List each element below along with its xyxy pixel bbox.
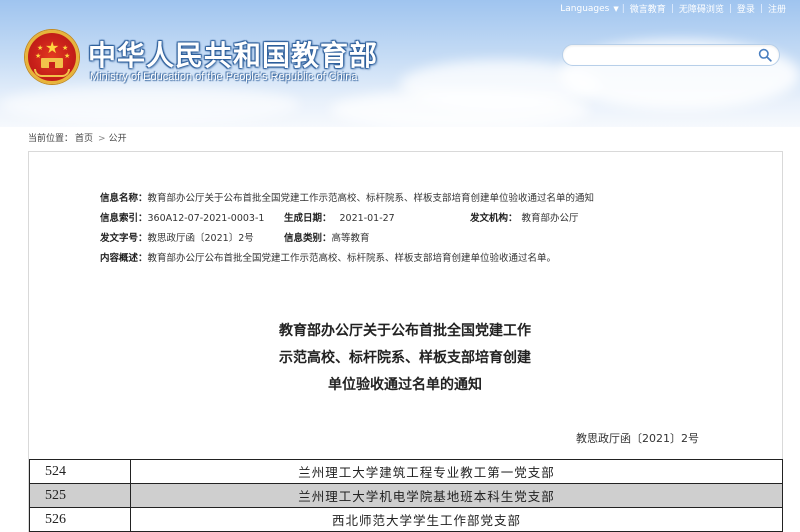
meta-row-date: 生成日期： 2021-01-27 (284, 212, 395, 226)
nav-login[interactable]: 登录 (733, 2, 759, 15)
site-title[interactable]: 中华人民共和国教育部 (88, 34, 378, 74)
meta-row-docno: 发文字号：教思政厅函〔2021〕2号 (100, 232, 254, 246)
document-title: 教育部办公厅关于公布首批全国党建工作 示范高校、标杆院系、样板支部培育创建 单位… (160, 318, 650, 399)
search-input[interactable] (573, 47, 743, 63)
meta-docno-value: 教思政厅函〔2021〕2号 (147, 233, 254, 244)
meta-row-category: 信息类别：高等教育 (284, 232, 370, 246)
approval-list-table: 524 兰州理工大学建筑工程专业教工第一党支部 525 兰州理工大学机电学院基地… (29, 459, 783, 532)
meta-index-value: 360A12-07-2021-0003-1 (147, 213, 265, 224)
meta-summary-label: 内容概述： (100, 253, 148, 264)
star-icon: ★ (37, 44, 44, 52)
meta-name-value: 教育部办公厅关于公布首批全国党建工作示范高校、标杆院系、样板支部培育创建单位验收… (147, 193, 595, 204)
breadcrumb-home[interactable]: 首页 (75, 134, 93, 144)
row-number: 526 (29, 507, 131, 532)
search-box (562, 44, 780, 66)
top-nav: Languages ▼ | 微言教育 | 无障碍浏览 | 登录 | 注册 (556, 2, 790, 16)
document-title-line: 单位验收通过名单的通知 (328, 377, 482, 393)
document-title-line: 教育部办公厅关于公布首批全国党建工作 (279, 323, 531, 339)
meta-category-label: 信息类别： (284, 233, 332, 244)
meta-name-label: 信息名称： (100, 193, 148, 204)
row-number: 525 (29, 483, 131, 508)
document-number: 教思政厅函〔2021〕2号 (576, 432, 699, 445)
nav-accessibility[interactable]: 无障碍浏览 (675, 2, 728, 15)
meta-category-value: 高等教育 (331, 233, 370, 244)
chevron-down-icon[interactable]: ▼ (613, 5, 620, 13)
header-cloud (0, 85, 300, 125)
site-header: Languages ▼ | 微言教育 | 无障碍浏览 | 登录 | 注册 ★ ★… (0, 0, 800, 127)
meta-index-label: 信息索引： (100, 213, 148, 224)
chevron-right-icon: > (98, 134, 106, 144)
breadcrumb: 当前位置： 首页 > 公开 (28, 131, 129, 144)
meta-org-label: 发文机构： (470, 213, 518, 224)
meta-row-summary: 内容概述：教育部办公厅公布首批全国党建工作示范高校、标杆院系、样板支部培育创建单… (100, 252, 556, 266)
meta-row-name: 信息名称：教育部办公厅关于公布首批全国党建工作示范高校、标杆院系、样板支部培育创… (100, 192, 594, 206)
wheat-icon (34, 69, 70, 77)
meta-row-org: 发文机构： 教育部办公厅 (470, 212, 579, 226)
breadcrumb-public[interactable]: 公开 (109, 134, 127, 144)
document-title-line: 示范高校、标杆院系、样板支部培育创建 (279, 350, 531, 366)
meta-org-value: 教育部办公厅 (521, 213, 579, 224)
gate-icon (41, 58, 63, 68)
star-icon: ★ (64, 52, 71, 60)
meta-row-index: 信息索引：360A12-07-2021-0003-1 (100, 212, 264, 226)
meta-summary-value: 教育部办公厅公布首批全国党建工作示范高校、标杆院系、样板支部培育创建单位验收通过… (147, 253, 557, 264)
star-icon: ★ (62, 44, 69, 52)
nav-languages[interactable]: Languages (556, 4, 613, 14)
row-unit-name: 西北师范大学学生工作部党支部 (130, 507, 783, 532)
table-row: 526 西北师范大学学生工作部党支部 (29, 507, 783, 532)
row-unit-name: 兰州理工大学机电学院基地班本科生党支部 (130, 483, 783, 508)
nav-register[interactable]: 注册 (764, 2, 790, 15)
row-unit-name: 兰州理工大学建筑工程专业教工第一党支部 (130, 459, 783, 484)
meta-date-label: 生成日期： (284, 213, 332, 224)
header-cloud (330, 90, 590, 127)
meta-date-value: 2021-01-27 (339, 213, 395, 224)
star-icon: ★ (45, 38, 60, 57)
national-emblem-icon[interactable]: ★ ★ ★ ★ ★ (25, 30, 79, 84)
table-row: 525 兰州理工大学机电学院基地班本科生党支部 (29, 483, 783, 508)
search-icon[interactable] (758, 48, 772, 62)
row-number: 524 (29, 459, 131, 484)
table-row: 524 兰州理工大学建筑工程专业教工第一党支部 (29, 459, 783, 484)
site-subtitle: Ministry of Education of the People's Re… (90, 71, 358, 83)
meta-docno-label: 发文字号： (100, 233, 148, 244)
nav-weiyan[interactable]: 微言教育 (626, 2, 670, 15)
breadcrumb-prefix: 当前位置： (28, 134, 74, 144)
